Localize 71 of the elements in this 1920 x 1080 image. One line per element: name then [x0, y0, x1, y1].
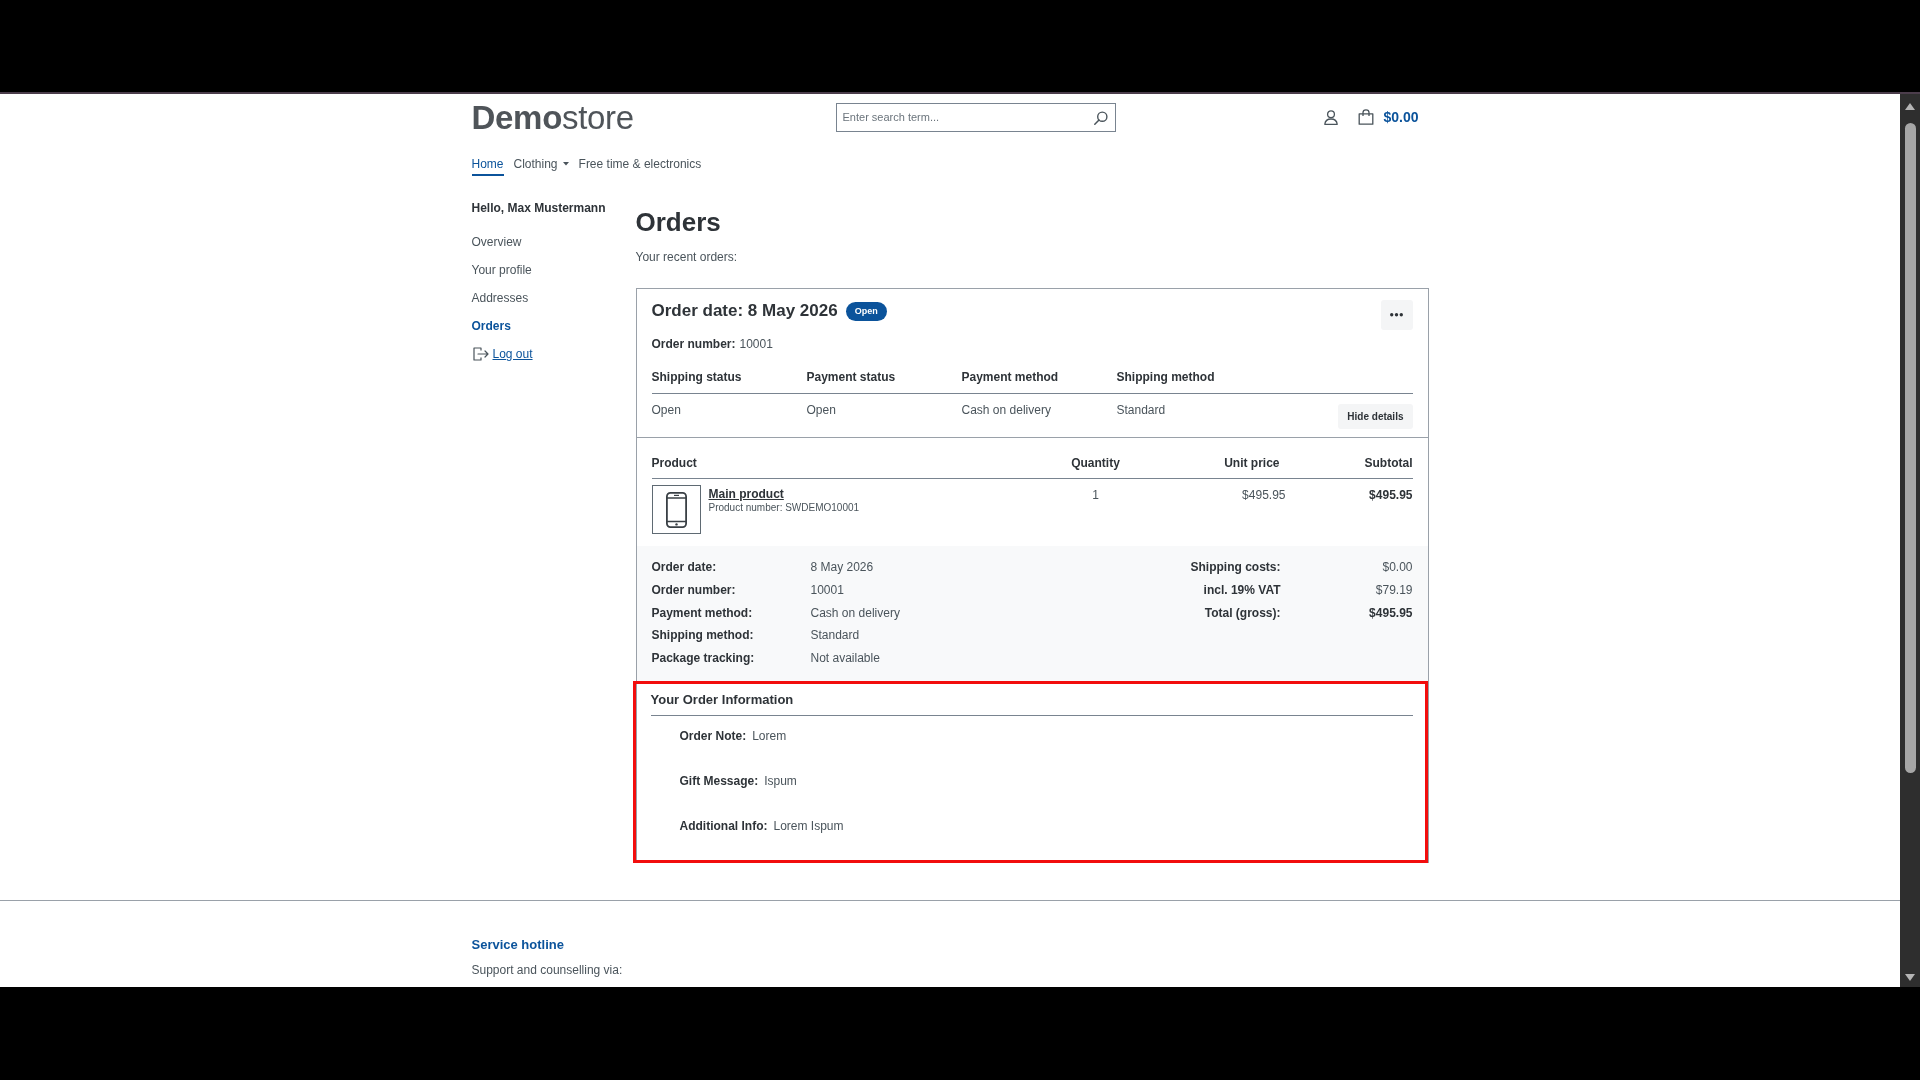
table-cell-text: $495.95 [1241, 487, 1286, 503]
scrollbar[interactable] [1900, 94, 1920, 987]
section-title: Your Order Information [650, 691, 1413, 717]
product-link[interactable]: Main product [708, 487, 784, 501]
more-options-button[interactable] [1380, 300, 1413, 330]
table-cell-text: 1 [1091, 487, 1100, 503]
nav-link[interactable]: Free time & electronics [578, 156, 702, 176]
column-header: Shipping status [651, 369, 743, 385]
sidebar-item[interactable]: Orders [471, 318, 511, 334]
column-header: Shipping method [1116, 369, 1216, 385]
nav-link[interactable]: Home [471, 156, 504, 176]
cart-button[interactable]: $0.00 [1358, 109, 1419, 125]
summary-label: incl. 19% VAT [1202, 582, 1281, 599]
page-subtitle: Your recent orders: [635, 249, 739, 265]
summary-value: Standard [810, 627, 861, 644]
summary-label: Package tracking: [651, 650, 756, 667]
column-header: Product [651, 455, 698, 471]
column-header: Quantity [1070, 455, 1121, 471]
summary-value: $79.19 [1374, 582, 1413, 599]
info-label: Order Note: [679, 728, 747, 745]
summary-label: Total (gross): [1203, 604, 1281, 621]
column-header: Unit price [1223, 455, 1280, 471]
summary-value: 8 May 2026 [810, 559, 875, 576]
phone-icon [665, 491, 687, 528]
search-icon[interactable] [1093, 110, 1108, 125]
footer-title: Service hotline [471, 937, 565, 954]
sidebar-item[interactable]: Addresses [471, 290, 529, 306]
summary-value: Cash on delivery [810, 604, 900, 621]
summary-label: Order number: [651, 582, 737, 599]
logout-icon[interactable] [472, 347, 489, 361]
scroll-up-arrow-icon[interactable] [1905, 103, 1915, 110]
logo[interactable]: Demostore [471, 101, 634, 135]
summary-label: Payment method: [651, 604, 754, 621]
column-header: Payment status [806, 369, 897, 385]
sidebar-item[interactable]: Your profile [471, 262, 532, 278]
summary-value: $0.00 [1381, 559, 1413, 576]
table-cell-text: Cash on delivery [961, 402, 1052, 418]
info-value: Lorem Ispum [773, 818, 844, 835]
table-cell-text: Open [806, 402, 837, 418]
ellipsis-icon [1390, 313, 1403, 317]
info-label: Additional Info: [679, 818, 768, 835]
order-title: Order date: 8 May 2026 [651, 300, 838, 322]
user-icon[interactable] [1324, 109, 1339, 125]
bag-icon [1358, 109, 1375, 125]
table-cell-text: Open [651, 402, 682, 418]
info-label: Gift Message: [679, 773, 759, 790]
product-number: Product number: SWDEMO10001 [708, 501, 860, 514]
summary-label: Order date: [651, 559, 718, 576]
table-cell-text: Standard [1116, 402, 1167, 418]
scrollbar-thumb[interactable] [1904, 123, 1916, 773]
summary-label: Shipping method: [651, 627, 755, 644]
logout-link[interactable]: Log out [492, 346, 533, 362]
status-badge: Open [845, 301, 887, 321]
info-value: Lorem [752, 728, 787, 745]
nav-link[interactable]: Clothing [513, 156, 569, 176]
summary-value: Not available [810, 650, 881, 667]
greeting-text: Hello, Max Mustermann [471, 200, 606, 216]
footer-text: Support and counselling via: [471, 962, 624, 979]
summary-label: Shipping costs: [1190, 559, 1281, 576]
sidebar-item[interactable]: Overview [471, 234, 522, 250]
summary-value: $495.95 [1368, 604, 1413, 621]
order-number-value: 10001 [739, 336, 773, 352]
order-number-label: Order number: [651, 336, 736, 352]
column-header: Payment method [961, 369, 1060, 385]
scroll-down-arrow-icon[interactable] [1905, 974, 1915, 981]
summary-value: 10001 [810, 582, 845, 599]
hide-details-button[interactable]: Hide details [1338, 404, 1413, 429]
info-value: Ispum [764, 773, 797, 790]
page-title: Orders [635, 207, 722, 237]
column-header: Subtotal [1363, 455, 1413, 471]
search-field[interactable]: Enter search term... [835, 102, 1116, 132]
